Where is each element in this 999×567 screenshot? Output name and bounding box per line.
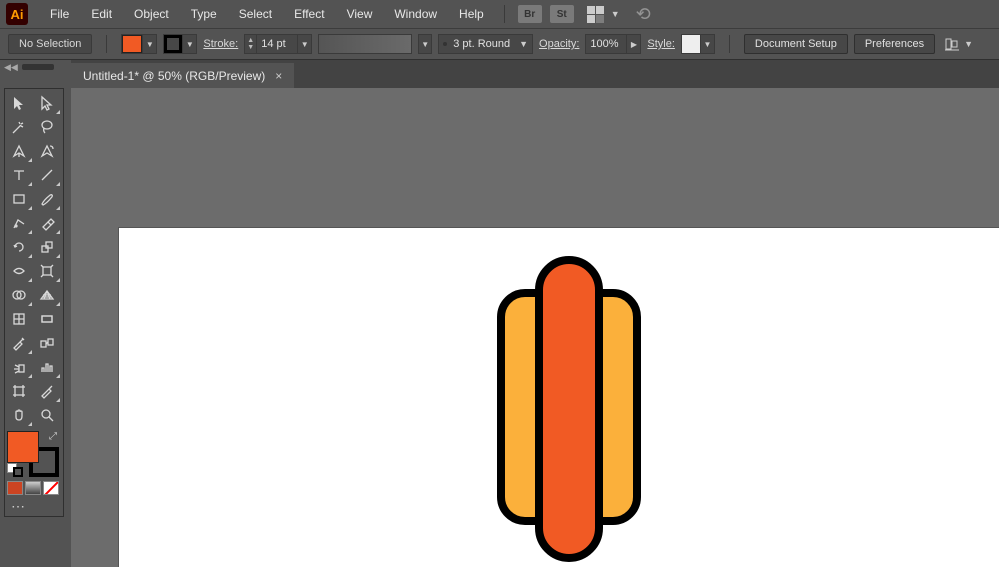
color-mode-button[interactable] <box>7 481 23 495</box>
expand-dock-icon[interactable]: ◀◀ <box>4 62 18 73</box>
divider <box>729 35 730 53</box>
curvature-tool[interactable] <box>33 139 61 163</box>
chevron-down-icon: ▼ <box>964 39 973 49</box>
chevron-down-icon[interactable]: ▼ <box>418 34 432 54</box>
chevron-right-icon[interactable]: ▶ <box>626 35 640 53</box>
close-icon[interactable]: × <box>275 69 282 83</box>
align-menu-button[interactable]: ▼ <box>945 37 973 51</box>
fill-stroke-control[interactable]: ⤢ <box>7 431 63 477</box>
chevron-down-icon: ▼ <box>611 9 620 19</box>
chevron-down-icon[interactable]: ▼ <box>142 35 156 53</box>
menu-effect[interactable]: Effect <box>284 3 334 25</box>
artboard-tool[interactable] <box>5 379 33 403</box>
color-mode-row <box>5 479 63 497</box>
mesh-tool[interactable] <box>5 307 33 331</box>
free-transform-tool[interactable] <box>33 259 61 283</box>
rectangle-tool[interactable] <box>5 187 33 211</box>
none-mode-button[interactable] <box>43 481 59 495</box>
swap-fill-stroke-icon[interactable]: ⤢ <box>49 431 57 442</box>
stroke-label[interactable]: Stroke: <box>203 38 238 50</box>
menu-bar: Ai File Edit Object Type Select Effect V… <box>0 0 999 28</box>
zoom-tool[interactable] <box>33 403 61 427</box>
lasso-tool[interactable] <box>33 115 61 139</box>
preferences-button[interactable]: Preferences <box>854 34 935 54</box>
opacity-field[interactable]: ▶ <box>585 34 641 54</box>
chevron-down-icon: ▼ <box>519 39 528 49</box>
eyedropper-tool[interactable] <box>5 331 33 355</box>
menu-object[interactable]: Object <box>124 3 179 25</box>
stepper-icon[interactable]: ▲▼ <box>245 35 257 53</box>
eraser-tool[interactable] <box>33 211 61 235</box>
menu-file[interactable]: File <box>40 3 79 25</box>
magic-wand-tool[interactable] <box>5 115 33 139</box>
stock-icon[interactable]: St <box>550 5 574 23</box>
brush-definition[interactable]: 3 pt. Round ▼ <box>438 34 533 54</box>
stroke-swatch <box>164 35 182 53</box>
line-segment-tool[interactable] <box>33 163 61 187</box>
canvas-area[interactable] <box>71 88 999 567</box>
chevron-down-icon[interactable]: ▼ <box>700 35 714 53</box>
blend-tool[interactable] <box>33 331 61 355</box>
style-label[interactable]: Style: <box>647 38 675 50</box>
control-bar: No Selection ▼ ▼ Stroke: ▲▼ ▼ ▼ 3 pt. Ro… <box>0 28 999 60</box>
column-graph-tool[interactable] <box>33 355 61 379</box>
menu-type[interactable]: Type <box>181 3 227 25</box>
graphic-style-control[interactable]: ▼ <box>681 34 715 54</box>
selection-indicator[interactable]: No Selection <box>8 34 92 54</box>
menu-window[interactable]: Window <box>384 3 447 25</box>
app-logo: Ai <box>6 3 28 25</box>
dock-grip[interactable] <box>22 64 54 70</box>
menu-help[interactable]: Help <box>449 3 494 25</box>
bridge-icon[interactable]: Br <box>518 5 542 23</box>
document-tab[interactable]: Untitled-1* @ 50% (RGB/Preview) × <box>71 63 294 88</box>
sync-settings-icon[interactable]: ⟲ <box>636 4 651 25</box>
pen-tool[interactable] <box>5 139 33 163</box>
divider <box>504 5 505 23</box>
scale-tool[interactable] <box>33 235 61 259</box>
opacity-label[interactable]: Opacity: <box>539 38 579 50</box>
hand-tool[interactable] <box>5 403 33 427</box>
dock-header[interactable]: ◀◀ <box>0 60 71 74</box>
shape-builder-tool[interactable] <box>5 283 33 307</box>
variable-width-profile[interactable] <box>318 34 412 54</box>
type-tool[interactable] <box>5 163 33 187</box>
stroke-weight-field[interactable]: ▲▼ ▼ <box>244 34 312 54</box>
document-setup-button[interactable]: Document Setup <box>744 34 848 54</box>
artboard[interactable] <box>119 228 999 567</box>
default-fill-stroke-icon[interactable] <box>7 463 23 477</box>
slice-tool[interactable] <box>33 379 61 403</box>
perspective-grid-tool[interactable] <box>33 283 61 307</box>
paintbrush-tool[interactable] <box>33 187 61 211</box>
stroke-weight-input[interactable] <box>257 38 297 50</box>
hotdog-shape[interactable] <box>535 256 603 562</box>
gradient-mode-button[interactable] <box>25 481 41 495</box>
document-tab-bar: Untitled-1* @ 50% (RGB/Preview) × <box>71 60 999 88</box>
selection-tool[interactable] <box>5 91 33 115</box>
fill-color-control[interactable]: ▼ <box>121 34 157 54</box>
more-tools-button[interactable]: ⋯ <box>5 497 63 516</box>
menu-select[interactable]: Select <box>229 3 282 25</box>
stroke-color-control[interactable]: ▼ <box>163 34 197 54</box>
rotate-tool[interactable] <box>5 235 33 259</box>
menu-edit[interactable]: Edit <box>81 3 122 25</box>
chevron-down-icon[interactable]: ▼ <box>182 35 196 53</box>
fill-box[interactable] <box>7 431 39 463</box>
symbol-sprayer-tool[interactable] <box>5 355 33 379</box>
tab-title: Untitled-1* @ 50% (RGB/Preview) <box>83 69 265 83</box>
tools-panel: ⤢ ⋯ <box>4 88 64 517</box>
shaper-tool[interactable] <box>5 211 33 235</box>
direct-selection-tool[interactable] <box>33 91 61 115</box>
chevron-down-icon[interactable]: ▼ <box>297 35 311 53</box>
opacity-input[interactable] <box>586 38 626 50</box>
fill-swatch <box>122 35 142 53</box>
divider <box>106 35 107 53</box>
arrange-documents-button[interactable]: ▼ <box>587 6 620 23</box>
gradient-tool[interactable] <box>33 307 61 331</box>
menu-view[interactable]: View <box>337 3 383 25</box>
width-tool[interactable] <box>5 259 33 283</box>
